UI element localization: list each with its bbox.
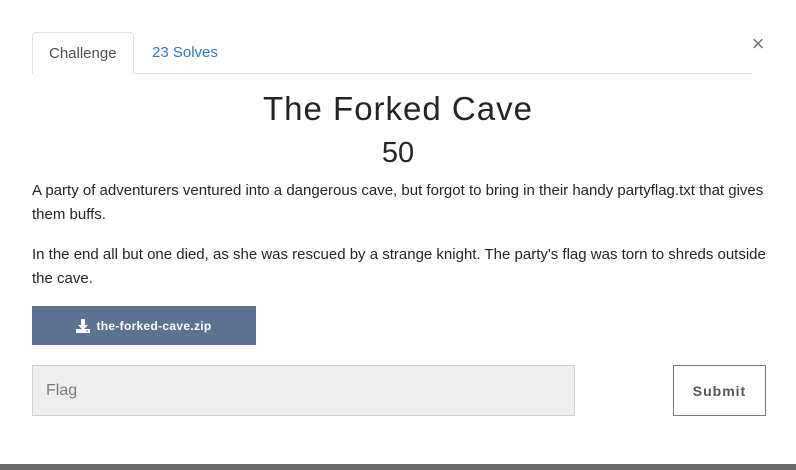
description-paragraph-2: In the end all but one died, as she was … bbox=[32, 246, 766, 287]
backdrop-edge bbox=[0, 464, 796, 470]
description-paragraph-1: A party of adventurers ventured into a d… bbox=[32, 182, 764, 223]
tab-bar: Challenge 23 Solves bbox=[32, 32, 752, 74]
download-icon bbox=[76, 318, 91, 333]
submit-button[interactable]: Submit bbox=[673, 365, 766, 416]
tab-solves[interactable]: 23 Solves bbox=[136, 32, 234, 73]
download-file-label: the-forked-cave.zip bbox=[96, 318, 212, 333]
tab-challenge[interactable]: Challenge bbox=[32, 32, 134, 74]
challenge-modal: Challenge 23 Solves × The Forked Cave 50… bbox=[0, 0, 796, 464]
close-icon[interactable]: × bbox=[749, 32, 767, 56]
flag-input[interactable] bbox=[32, 365, 575, 416]
download-file-button[interactable]: the-forked-cave.zip bbox=[32, 306, 256, 345]
challenge-value: 50 bbox=[381, 137, 415, 169]
challenge-title: The Forked Cave bbox=[263, 90, 533, 127]
